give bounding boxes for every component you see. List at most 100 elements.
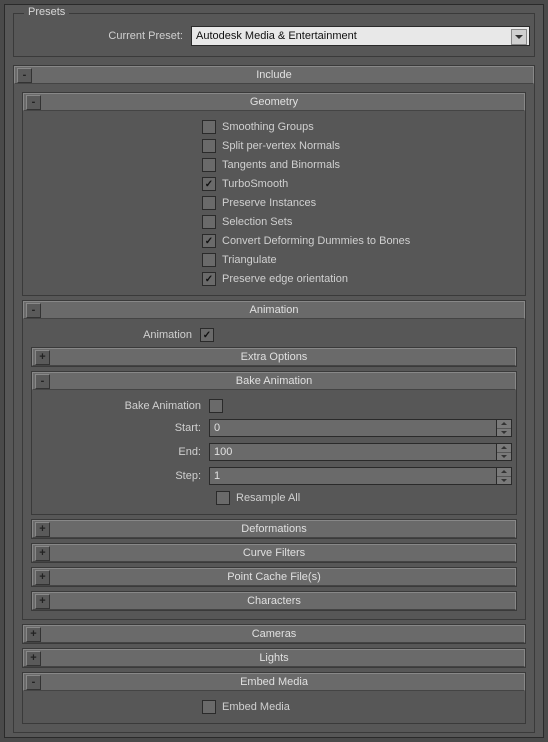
spinner-down-icon[interactable] bbox=[497, 429, 511, 437]
curve-filters-head[interactable]: + Curve Filters bbox=[32, 544, 516, 562]
start-spinner[interactable]: 0 bbox=[209, 419, 512, 437]
embed-media-checkbox[interactable] bbox=[202, 700, 216, 714]
geometry-label: Triangulate bbox=[222, 254, 277, 266]
expand-icon[interactable]: + bbox=[35, 546, 50, 561]
lights-title: Lights bbox=[259, 652, 288, 664]
start-label: Start: bbox=[36, 422, 209, 434]
animation-rollout: - Animation Animation + Extra Options bbox=[22, 300, 526, 620]
bake-animation-rollout: - Bake Animation Bake Animation Start: bbox=[31, 371, 517, 515]
characters-rollout: + Characters bbox=[31, 591, 517, 611]
collapse-icon[interactable]: - bbox=[26, 95, 41, 110]
geometry-label: Split per-vertex Normals bbox=[222, 140, 340, 152]
spinner-up-icon[interactable] bbox=[497, 444, 511, 453]
geometry-label: Preserve edge orientation bbox=[222, 273, 348, 285]
geometry-item: Selection Sets bbox=[27, 215, 521, 229]
current-preset-label: Current Preset: bbox=[18, 30, 191, 42]
geometry-checkbox[interactable] bbox=[202, 253, 216, 267]
cameras-head[interactable]: + Cameras bbox=[23, 625, 525, 643]
collapse-icon[interactable]: - bbox=[35, 374, 50, 389]
export-panel: Presets Current Preset: Autodesk Media &… bbox=[4, 4, 544, 738]
end-label: End: bbox=[36, 446, 209, 458]
step-label: Step: bbox=[36, 470, 209, 482]
cameras-title: Cameras bbox=[252, 628, 297, 640]
point-cache-head[interactable]: + Point Cache File(s) bbox=[32, 568, 516, 586]
geometry-checkbox[interactable] bbox=[202, 177, 216, 191]
point-cache-title: Point Cache File(s) bbox=[227, 571, 321, 583]
characters-head[interactable]: + Characters bbox=[32, 592, 516, 610]
geometry-label: Tangents and Binormals bbox=[222, 159, 340, 171]
geometry-checkbox[interactable] bbox=[202, 139, 216, 153]
expand-icon[interactable]: + bbox=[26, 627, 41, 642]
animation-enable-label: Animation bbox=[27, 329, 200, 341]
collapse-icon[interactable]: - bbox=[26, 303, 41, 318]
geometry-head[interactable]: - Geometry bbox=[23, 93, 525, 111]
geometry-title: Geometry bbox=[250, 96, 298, 108]
bake-animation-label: Bake Animation bbox=[36, 400, 209, 412]
current-preset-dropdown[interactable]: Autodesk Media & Entertainment bbox=[191, 26, 530, 46]
geometry-item: Preserve Instances bbox=[27, 196, 521, 210]
spinner-up-icon[interactable] bbox=[497, 468, 511, 477]
bake-title: Bake Animation bbox=[236, 375, 312, 387]
geometry-label: TurboSmooth bbox=[222, 178, 288, 190]
geometry-item: Smoothing Groups bbox=[27, 120, 521, 134]
step-input[interactable]: 1 bbox=[209, 467, 497, 485]
embed-media-rollout: - Embed Media Embed Media bbox=[22, 672, 526, 724]
expand-icon[interactable]: + bbox=[35, 594, 50, 609]
geometry-label: Smoothing Groups bbox=[222, 121, 314, 133]
include-title: Include bbox=[256, 69, 291, 81]
collapse-icon[interactable]: - bbox=[26, 675, 41, 690]
expand-icon[interactable]: + bbox=[35, 570, 50, 585]
geometry-rollout: - Geometry Smoothing Groups Split per-ver… bbox=[22, 92, 526, 296]
animation-checkbox[interactable] bbox=[200, 328, 214, 342]
geometry-label: Convert Deforming Dummies to Bones bbox=[222, 235, 410, 247]
bake-head[interactable]: - Bake Animation bbox=[32, 372, 516, 390]
resample-all-checkbox[interactable] bbox=[216, 491, 230, 505]
deformations-title: Deformations bbox=[241, 523, 306, 535]
geometry-item: Convert Deforming Dummies to Bones bbox=[27, 234, 521, 248]
geometry-item: Preserve edge orientation bbox=[27, 272, 521, 286]
embed-media-title: Embed Media bbox=[240, 676, 308, 688]
geometry-checkbox[interactable] bbox=[202, 120, 216, 134]
geometry-checkbox[interactable] bbox=[202, 215, 216, 229]
expand-icon[interactable]: + bbox=[26, 651, 41, 666]
chevron-down-icon bbox=[511, 29, 527, 45]
geometry-checkbox[interactable] bbox=[202, 158, 216, 172]
embed-media-head[interactable]: - Embed Media bbox=[23, 673, 525, 691]
deformations-rollout: + Deformations bbox=[31, 519, 517, 539]
expand-icon[interactable]: + bbox=[35, 522, 50, 537]
end-input[interactable]: 100 bbox=[209, 443, 497, 461]
expand-icon[interactable]: + bbox=[35, 350, 50, 365]
cameras-rollout: + Cameras bbox=[22, 624, 526, 644]
deformations-head[interactable]: + Deformations bbox=[32, 520, 516, 538]
presets-fieldset: Presets Current Preset: Autodesk Media &… bbox=[13, 13, 535, 57]
presets-title: Presets bbox=[24, 6, 69, 18]
collapse-icon[interactable]: - bbox=[17, 68, 32, 83]
extra-options-rollout: + Extra Options bbox=[31, 347, 517, 367]
include-head[interactable]: - Include bbox=[14, 66, 534, 84]
animation-head[interactable]: - Animation bbox=[23, 301, 525, 319]
geometry-label: Selection Sets bbox=[222, 216, 292, 228]
geometry-checkbox[interactable] bbox=[202, 272, 216, 286]
geometry-item: TurboSmooth bbox=[27, 177, 521, 191]
spinner-down-icon[interactable] bbox=[497, 477, 511, 485]
geometry-item: Split per-vertex Normals bbox=[27, 139, 521, 153]
step-spinner[interactable]: 1 bbox=[209, 467, 512, 485]
spinner-up-icon[interactable] bbox=[497, 420, 511, 429]
resample-all-label: Resample All bbox=[236, 492, 300, 504]
geometry-checkbox[interactable] bbox=[202, 234, 216, 248]
lights-head[interactable]: + Lights bbox=[23, 649, 525, 667]
animation-title: Animation bbox=[250, 304, 299, 316]
embed-media-label: Embed Media bbox=[222, 701, 290, 713]
bake-animation-checkbox[interactable] bbox=[209, 399, 223, 413]
curve-filters-rollout: + Curve Filters bbox=[31, 543, 517, 563]
extra-options-head[interactable]: + Extra Options bbox=[32, 348, 516, 366]
end-spinner[interactable]: 100 bbox=[209, 443, 512, 461]
characters-title: Characters bbox=[247, 595, 301, 607]
include-rollout: - Include - Geometry Smoothing Groups Spl… bbox=[13, 65, 535, 733]
geometry-checkbox[interactable] bbox=[202, 196, 216, 210]
geometry-label: Preserve Instances bbox=[222, 197, 316, 209]
start-input[interactable]: 0 bbox=[209, 419, 497, 437]
geometry-body: Smoothing Groups Split per-vertex Normals… bbox=[23, 111, 525, 295]
spinner-down-icon[interactable] bbox=[497, 453, 511, 461]
current-preset-value: Autodesk Media & Entertainment bbox=[196, 30, 357, 42]
